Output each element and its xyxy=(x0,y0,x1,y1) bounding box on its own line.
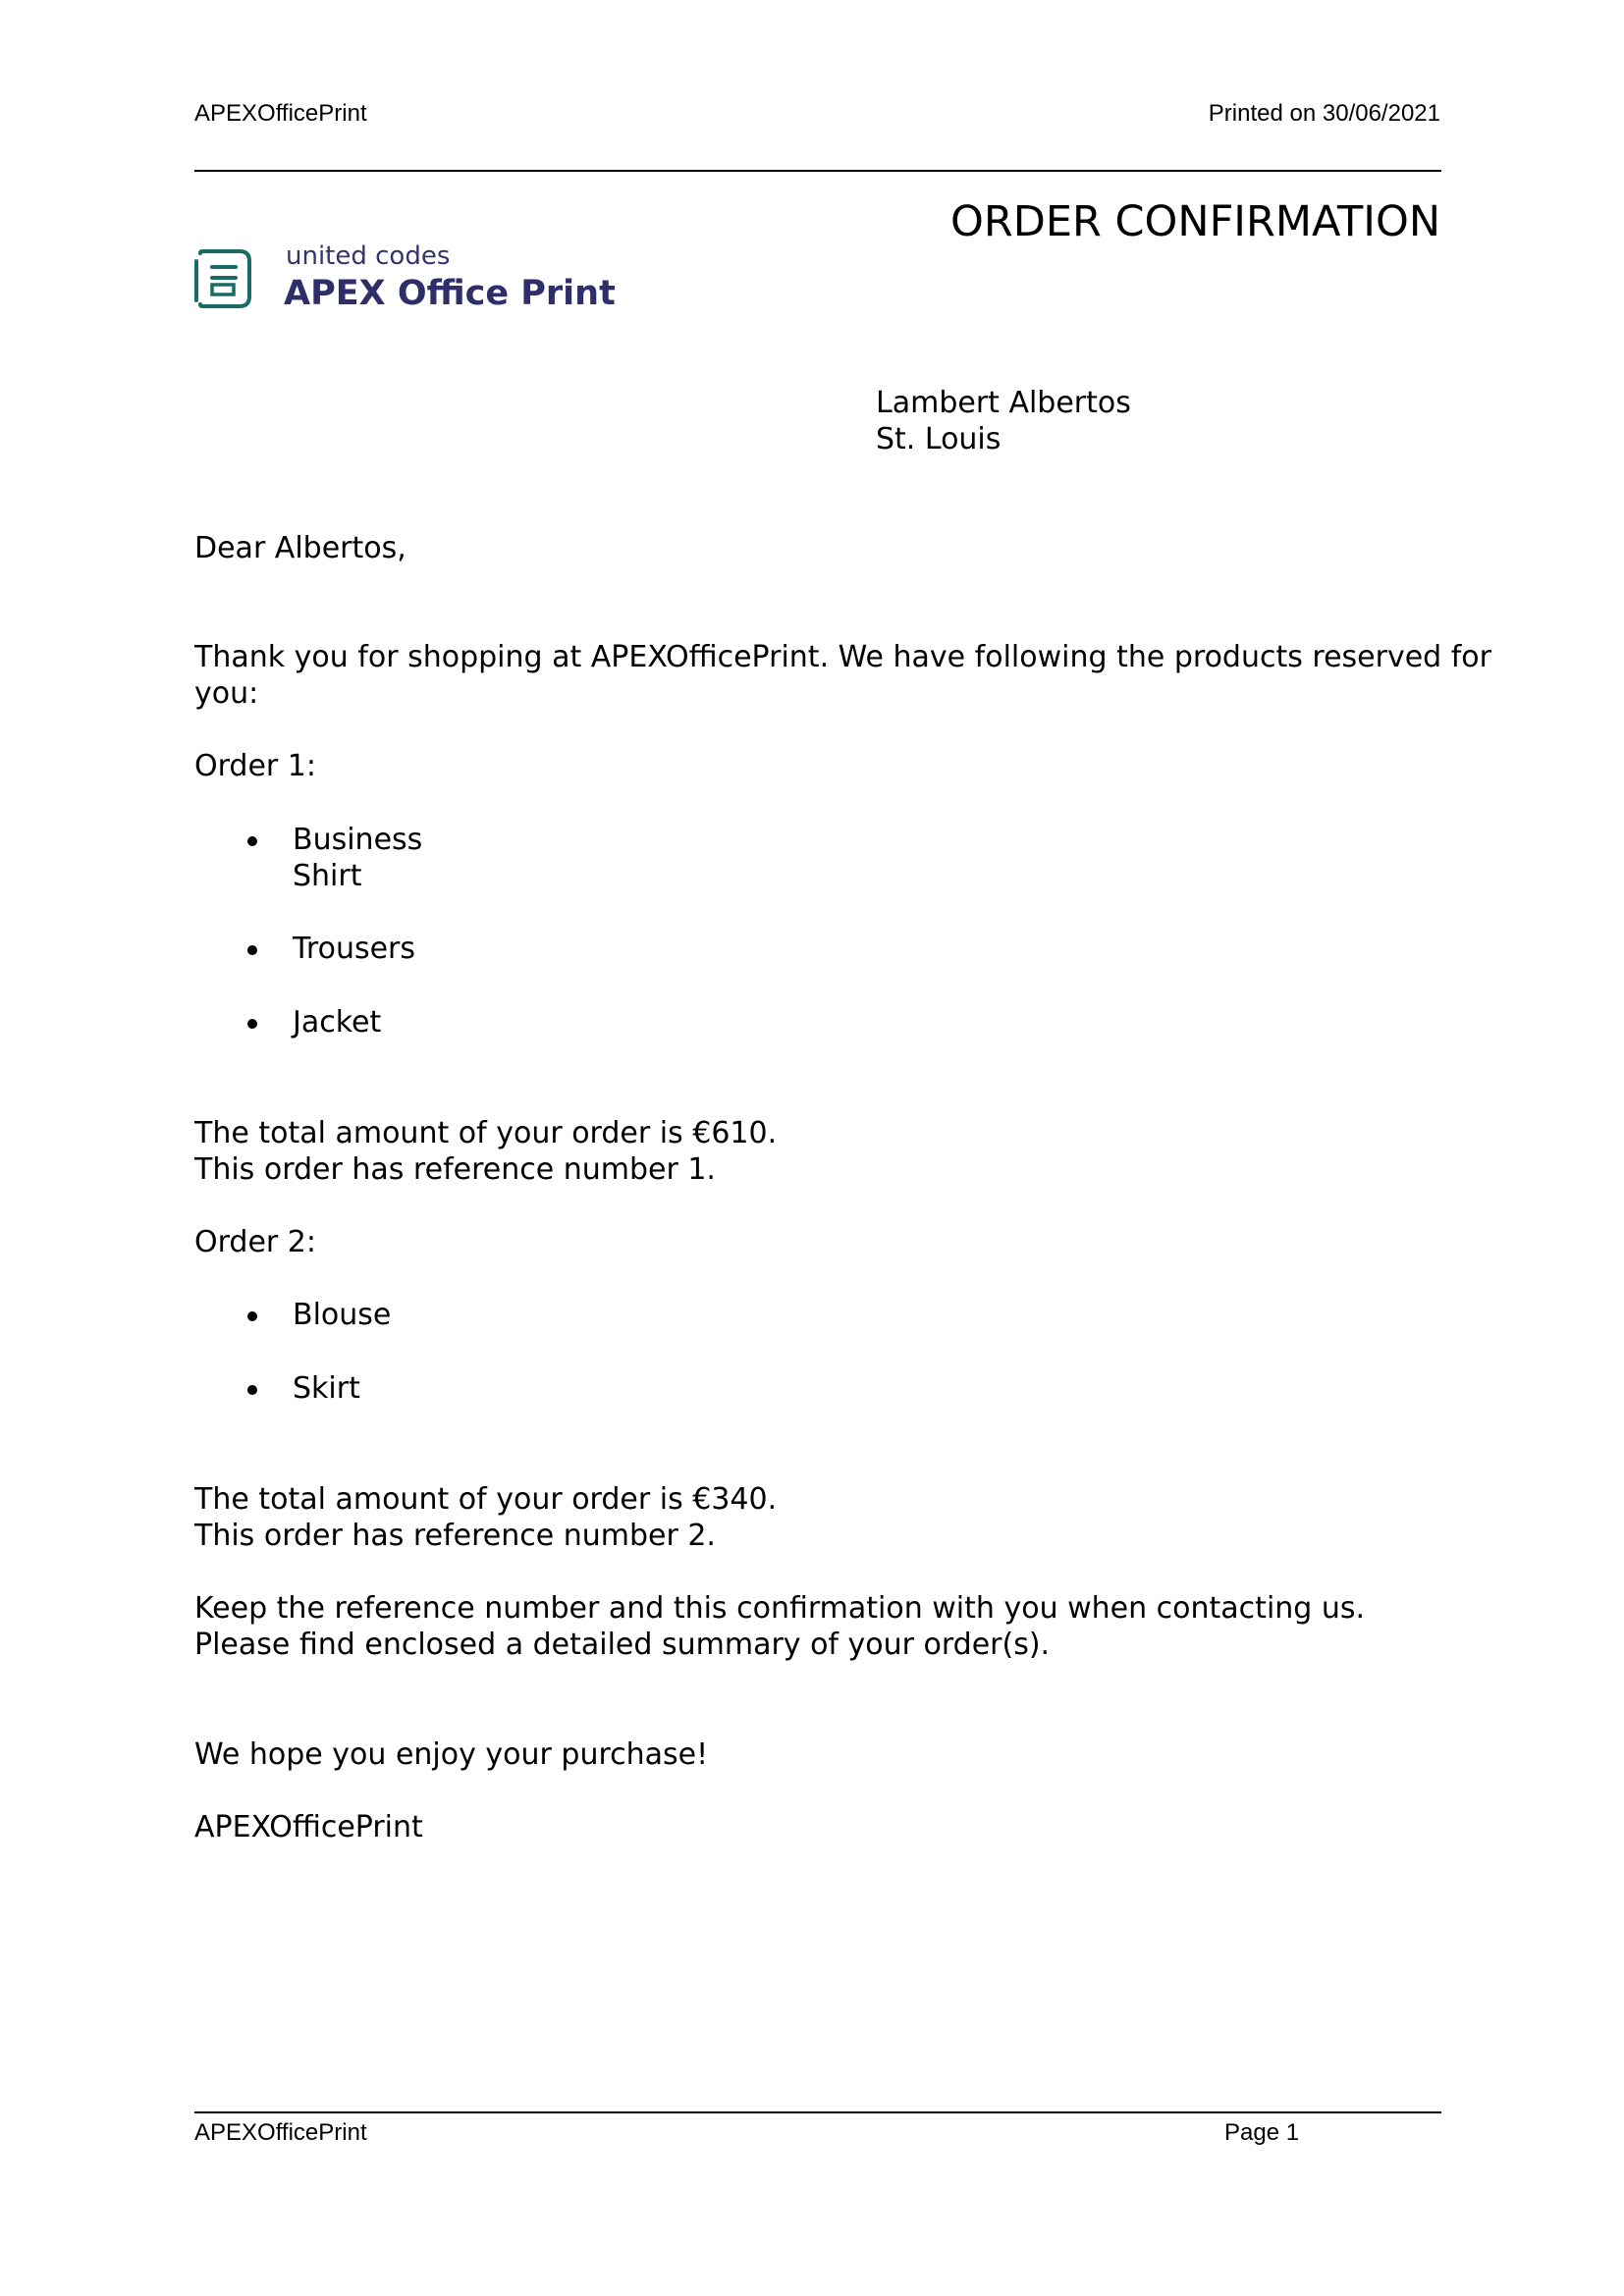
order-2-item: Blouse xyxy=(293,1298,392,1332)
enclosed-summary-line: Please find enclosed a detailed summary … xyxy=(194,1628,1051,1662)
document-logo-icon xyxy=(194,249,251,308)
bullet-icon xyxy=(247,1385,257,1395)
order-1-item: Shirt xyxy=(293,859,362,893)
signature: APEXOfficePrint xyxy=(194,1810,423,1844)
order-1-item: Trousers xyxy=(293,932,416,966)
intro-line-1: Thank you for shopping at APEXOfficePrin… xyxy=(194,640,1491,674)
document-title: ORDER CONFIRMATION xyxy=(949,197,1440,246)
header-print-date: Printed on 30/06/2021 xyxy=(1208,100,1440,127)
order-1-label: Order 1: xyxy=(194,749,316,783)
greeting: Dear Albertos, xyxy=(194,531,406,565)
company-logo: united codes APEX Office Print xyxy=(194,241,617,316)
document-page: APEXOfficePrint Printed on 30/06/2021 OR… xyxy=(0,0,1624,2296)
order-2-reference: This order has reference number 2. xyxy=(194,1519,716,1553)
closing-line: We hope you enjoy your purchase! xyxy=(194,1737,709,1772)
recipient-city: St. Louis xyxy=(876,422,1001,456)
order-2-item: Skirt xyxy=(293,1371,360,1406)
footer-divider xyxy=(194,2111,1441,2113)
logo-subtitle: united codes xyxy=(286,241,451,271)
keep-reference-line: Keep the reference number and this confi… xyxy=(194,1591,1366,1626)
intro-line-2: you: xyxy=(194,676,259,711)
header-divider xyxy=(194,170,1441,172)
bullet-icon xyxy=(247,945,257,955)
order-1-item: Business xyxy=(293,823,423,857)
bullet-icon xyxy=(247,1019,257,1029)
recipient-name: Lambert Albertos xyxy=(876,386,1131,420)
page-number: Page 1 xyxy=(1224,2119,1300,2146)
order-2-label: Order 2: xyxy=(194,1225,316,1259)
bullet-icon xyxy=(247,1311,257,1321)
order-1-item: Jacket xyxy=(293,1005,382,1040)
order-1-reference: This order has reference number 1. xyxy=(194,1152,716,1187)
bullet-icon xyxy=(247,836,257,846)
header-company-name: APEXOfficePrint xyxy=(194,100,367,127)
order-1-total: The total amount of your order is €610. xyxy=(194,1116,778,1150)
footer-company-name: APEXOfficePrint xyxy=(194,2119,367,2146)
order-2-total: The total amount of your order is €340. xyxy=(194,1482,778,1517)
logo-name: APEX Office Print xyxy=(284,274,616,313)
